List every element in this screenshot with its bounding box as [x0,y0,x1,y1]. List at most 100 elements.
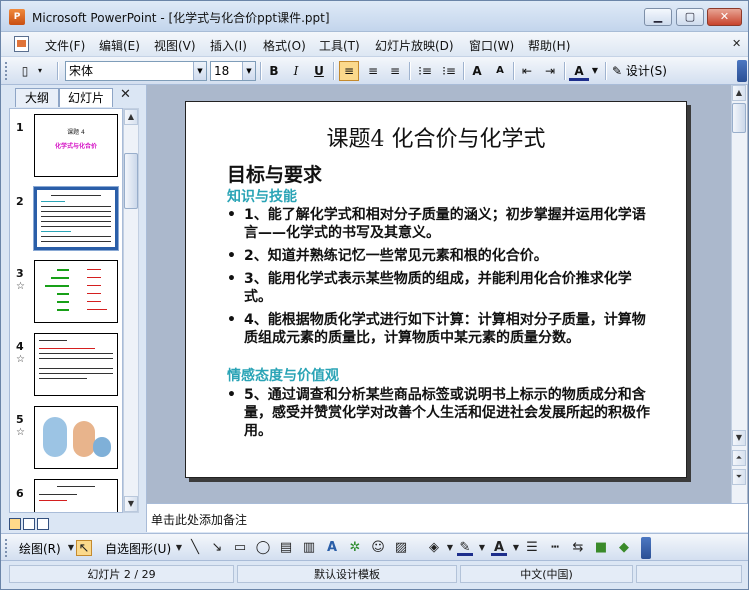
menu-slideshow[interactable]: 幻灯片放映(D) [375,37,454,54]
chevron-down-icon[interactable]: ▼ [193,62,206,80]
select-pointer-icon[interactable]: ↖ [76,540,92,556]
autoshapes-button[interactable]: 自选图形(U) [105,540,171,557]
document-icon[interactable] [14,36,29,52]
thumb-line [57,486,95,487]
tab-slides[interactable]: 幻灯片 [59,88,113,107]
italic-button[interactable]: I [286,61,306,81]
menu-tools[interactable]: 工具(T) [319,37,360,54]
align-right-icon[interactable]: ≡ [385,61,405,81]
fill-color-icon[interactable]: ◈ [426,540,442,556]
chevron-down-icon[interactable]: ▼ [508,540,524,556]
bulleted-list-icon[interactable]: ⁝≡ [439,61,459,81]
section-knowledge-skills[interactable]: 知识与技能 [227,186,297,206]
numbered-list-icon[interactable]: ⁝≡ [415,61,435,81]
underline-button[interactable]: U [309,61,329,81]
chevron-down-icon[interactable]: ▼ [171,540,187,556]
menu-format[interactable]: 格式(O) [263,37,306,54]
font-color-icon[interactable]: A [491,540,507,556]
align-left-icon[interactable]: ≡ [339,61,359,81]
section-attitude-values[interactable]: 情感态度与价值观 [227,365,339,385]
menu-file[interactable]: 文件(F) [45,37,85,54]
toolbar-overflow-button[interactable] [737,60,747,82]
menu-window[interactable]: 窗口(W) [469,37,514,54]
toolbar-grip[interactable] [5,62,8,80]
chevron-down-icon[interactable]: ▼ [242,62,255,80]
scroll-down-icon[interactable]: ▼ [732,430,746,446]
vertical-textbox-icon[interactable]: ▥ [301,540,317,556]
menu-insert[interactable]: 插入(I) [210,37,247,54]
design-button[interactable]: ✎ 设计(S) [612,61,667,81]
slide-thumbnail-3[interactable] [34,260,118,323]
increase-indent-icon[interactable]: ⇥ [540,61,560,81]
oval-icon[interactable]: ◯ [255,540,271,556]
scroll-down-icon[interactable]: ▼ [124,496,138,512]
draw-menu-button[interactable]: 绘图(R) [19,540,61,557]
scroll-up-icon[interactable]: ▲ [124,109,138,125]
arrow-icon[interactable]: ↘ [209,540,225,556]
grow-font-icon[interactable]: A [467,61,487,81]
decrease-indent-icon[interactable]: ⇤ [517,61,537,81]
chevron-down-icon[interactable]: ▼ [589,61,601,81]
minimize-button[interactable]: ▁ [644,8,672,26]
slide-sorter-view-icon[interactable] [23,518,35,530]
slideshow-view-icon[interactable] [37,518,49,530]
chevron-down-icon[interactable]: ▼ [474,540,490,556]
current-slide[interactable]: 课题4 化合价与化学式 目标与要求 知识与技能 • 1、能了解化学式和相对分子质… [185,101,687,478]
picture-icon[interactable]: ▨ [393,540,409,556]
line-icon[interactable]: ╲ [187,540,203,556]
rectangle-icon[interactable]: ▭ [232,540,248,556]
menu-help[interactable]: 帮助(H) [528,37,570,54]
arrow-style-icon[interactable]: ⇆ [570,540,586,556]
wordart-icon[interactable]: A [324,540,340,556]
status-design-template[interactable]: 默认设计模板 [237,565,457,583]
slide-thumbnail-1[interactable]: 课题 4 化学式与化合价 [34,114,118,177]
new-document-icon[interactable]: ▯ [15,61,35,81]
scroll-thumb[interactable] [732,103,746,133]
next-slide-icon[interactable]: ⏷ [732,469,746,485]
diagram-icon[interactable]: ✲ [347,540,363,556]
align-center-icon[interactable]: ≡ [363,61,383,81]
slide-thumbnail-5[interactable] [34,406,118,469]
line-style-icon[interactable]: ☰ [524,540,540,556]
toolbar-overflow-button[interactable] [641,537,651,559]
thumbnail-scrollbar[interactable]: ▲ ▼ [123,108,139,513]
chevron-down-icon[interactable]: ▼ [442,540,458,556]
toolbar-grip[interactable] [5,539,8,557]
maximize-button[interactable]: ▢ [676,8,704,26]
close-button[interactable]: ✕ [707,8,742,26]
bullet-item[interactable]: • 1、能了解化学式和相对分子质量的涵义；初步掌握并运用化学语言——化学式的书写… [227,206,657,242]
bold-button[interactable]: B [264,61,284,81]
toolbar-options-chevron-icon[interactable]: ▾ [33,61,47,81]
slide-title[interactable]: 课题4 化合价与化学式 [186,121,686,153]
powerpoint-icon[interactable]: P [9,9,25,25]
notes-pane[interactable]: 单击此处添加备注 [147,503,748,532]
close-document-icon[interactable]: ✕ [732,37,741,50]
font-size-combo[interactable]: 18 ▼ [210,61,256,81]
tab-outline[interactable]: 大纲 [15,88,59,107]
bullet-item[interactable]: • 4、能根据物质化学式进行如下计算：计算相对分子质量，计算物质组成元素的质量比… [227,311,657,347]
textbox-icon[interactable]: ▤ [278,540,294,556]
scroll-up-icon[interactable]: ▲ [732,85,746,101]
close-pane-icon[interactable]: ✕ [120,87,131,102]
3d-style-icon[interactable]: ◆ [616,540,632,556]
font-color-icon[interactable]: A [569,61,589,81]
line-color-icon[interactable]: ✎ [457,540,473,556]
scroll-thumb[interactable] [124,153,138,209]
slide-heading[interactable]: 目标与要求 [227,160,322,187]
bullet-item[interactable]: • 2、知道并熟练记忆一些常见元素和根的化合价。 [227,247,657,265]
slide-thumbnail-2[interactable] [33,186,119,251]
shrink-font-icon[interactable]: A [490,61,510,81]
shadow-style-icon[interactable]: ■ [593,540,609,556]
normal-view-icon[interactable] [9,518,21,530]
slide-thumbnail-6[interactable] [34,479,118,512]
font-name-combo[interactable]: 宋体 ▼ [65,61,207,81]
bullet-item[interactable]: • 5、通过调查和分析某些商品标签或说明书上标示的物质成分和含量，感受并赞赏化学… [227,386,657,440]
previous-slide-icon[interactable]: ⏶ [732,450,746,466]
bullet-item[interactable]: • 3、能用化学式表示某些物质的组成，并能利用化合价推求化学式。 [227,270,657,306]
menu-view[interactable]: 视图(V) [154,37,196,54]
dash-style-icon[interactable]: ┅ [547,540,563,556]
slide-scrollbar[interactable]: ▲ ▼ ⏶ ⏷ [731,85,747,503]
clipart-icon[interactable]: ☺ [370,540,386,556]
menu-edit[interactable]: 编辑(E) [99,37,140,54]
slide-thumbnail-4[interactable] [34,333,118,396]
